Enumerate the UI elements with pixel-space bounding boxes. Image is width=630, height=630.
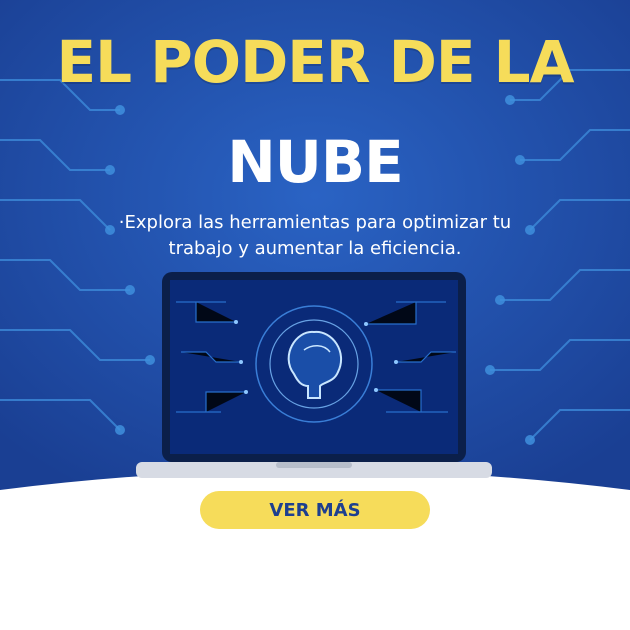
laptop-icon: [136, 272, 492, 478]
banner: EL PODER DE LA NUBE ·Explora las herrami…: [0, 0, 630, 630]
ver-mas-button[interactable]: VER MÁS: [200, 491, 430, 529]
headline-line-1: EL PODER DE LA: [56, 28, 574, 96]
headline-line-2: NUBE: [227, 128, 403, 196]
subtitle: ·Explora las herramientas para optimizar…: [118, 212, 512, 259]
